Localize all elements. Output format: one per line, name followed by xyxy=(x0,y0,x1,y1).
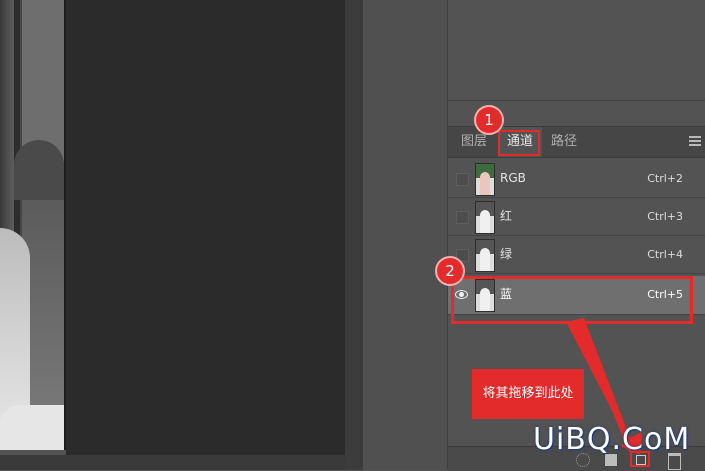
watermark: UiBQ.CoM xyxy=(533,422,691,457)
drag-arrow xyxy=(566,318,642,455)
callout-label: 将其拖移到此处 xyxy=(472,369,584,419)
